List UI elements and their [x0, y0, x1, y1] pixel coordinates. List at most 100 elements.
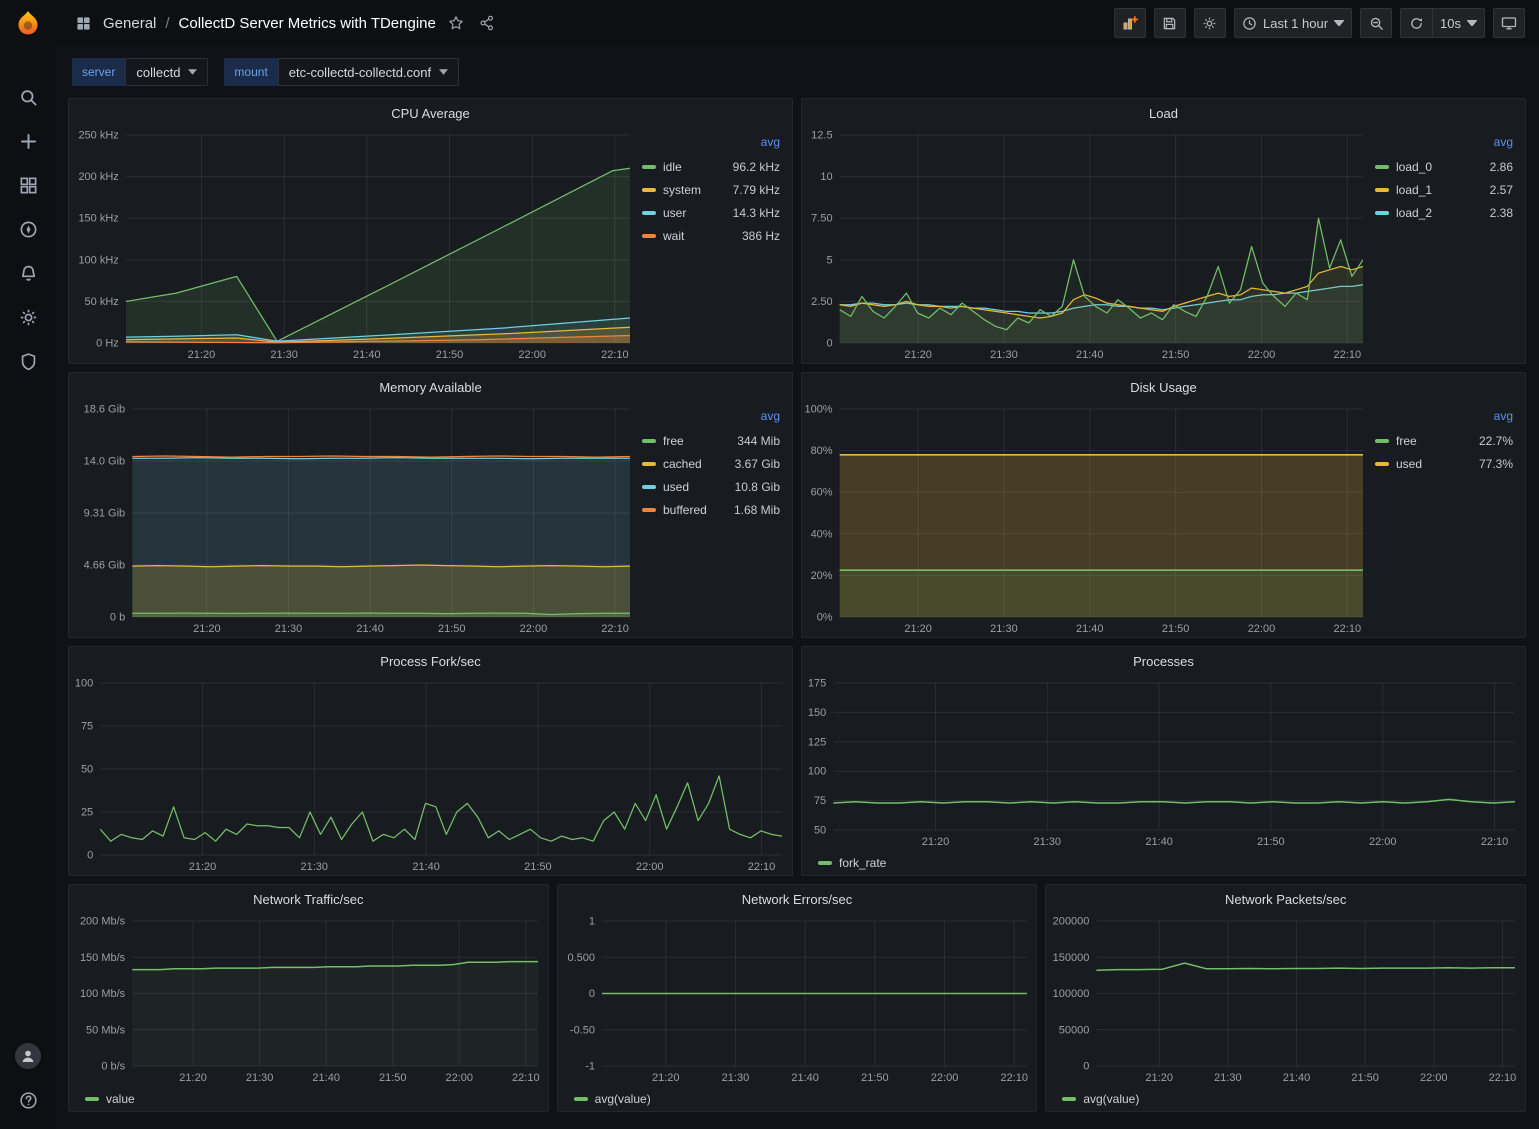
share-icon[interactable]	[476, 12, 498, 34]
server-admin-shield-icon[interactable]	[17, 350, 39, 372]
legend-item[interactable]: free22.7%	[1375, 429, 1513, 452]
legend-label[interactable]: system	[663, 183, 701, 197]
legend-avg-header[interactable]: avg	[1494, 135, 1513, 155]
zoom-out-button[interactable]	[1360, 8, 1392, 38]
chart-plot[interactable]: -1-0.5000.500121:2021:3021:4021:5022:002…	[558, 913, 1037, 1086]
chart-plot[interactable]: 025507510021:2021:3021:4021:5022:0022:10	[69, 675, 792, 875]
panel-header[interactable]: Disk Usage	[802, 373, 1525, 401]
panel-header[interactable]: CPU Average	[69, 99, 792, 127]
legend-item[interactable]: wait386 Hz	[642, 224, 780, 247]
refresh-interval-picker[interactable]: 10s	[1432, 8, 1485, 38]
alerting-bell-icon[interactable]	[17, 262, 39, 284]
panel-header[interactable]: Network Traffic/sec	[69, 885, 548, 913]
variable-mount[interactable]: mount etc-collectd-collectd.conf	[224, 58, 459, 86]
panel-title[interactable]: Disk Usage	[1130, 380, 1196, 395]
legend-label[interactable]: avg(value)	[595, 1092, 651, 1106]
star-icon[interactable]	[445, 12, 467, 34]
panel-title[interactable]: Memory Available	[379, 380, 481, 395]
panel-title[interactable]: Process Fork/sec	[380, 654, 480, 669]
panel-title[interactable]: Processes	[1133, 654, 1194, 669]
legend-item[interactable]: free344 Mib	[642, 429, 780, 452]
legend-item[interactable]: system7.79 kHz	[642, 178, 780, 201]
refresh-button[interactable]	[1400, 8, 1432, 38]
legend-label[interactable]: avg(value)	[1083, 1092, 1139, 1106]
save-dashboard-button[interactable]	[1154, 8, 1186, 38]
legend-item[interactable]: load_12.57	[1375, 178, 1513, 201]
chart-plot[interactable]: 0 b4.66 Gib9.31 Gib14.0 Gib18.6 Gib21:20…	[69, 401, 640, 637]
panel-title[interactable]: CPU Average	[391, 106, 470, 121]
dashboard-title[interactable]: CollectD Server Metrics with TDengine	[179, 15, 436, 32]
svg-text:21:50: 21:50	[524, 861, 552, 873]
panel-header[interactable]: Processes	[802, 647, 1525, 675]
dashboard-settings-button[interactable]	[1194, 8, 1226, 38]
legend-item[interactable]: buffered1.68 Mib	[642, 498, 780, 521]
legend-bottom: avg(value)	[1046, 1086, 1525, 1111]
chart-plot[interactable]: 02.5057.501012.521:2021:3021:4021:5022:0…	[802, 127, 1373, 363]
cycle-view-monitor-button[interactable]	[1493, 8, 1525, 38]
legend-item[interactable]: idle96.2 kHz	[642, 155, 780, 178]
legend-label[interactable]: fork_rate	[839, 856, 886, 870]
configuration-gear-icon[interactable]	[17, 306, 39, 328]
panel-header[interactable]: Network Packets/sec	[1046, 885, 1525, 913]
dashboard-grid: CPU Average 0 Hz50 kHz100 kHz150 kHz200 …	[56, 94, 1539, 1128]
panel-title[interactable]: Load	[1149, 106, 1178, 121]
add-panel-button[interactable]	[1114, 8, 1146, 38]
search-icon[interactable]	[17, 86, 39, 108]
legend-item[interactable]: used77.3%	[1375, 452, 1513, 475]
legend-label[interactable]: load_0	[1396, 160, 1432, 174]
legend-label[interactable]: user	[663, 206, 686, 220]
legend-label[interactable]: wait	[663, 229, 684, 243]
chart-plot[interactable]: 0 b/s50 Mb/s100 Mb/s150 Mb/s200 Mb/s21:2…	[69, 913, 548, 1086]
panel-header[interactable]: Memory Available	[69, 373, 792, 401]
user-avatar[interactable]	[15, 1043, 41, 1069]
legend-avg-header[interactable]: avg	[761, 135, 780, 155]
chart-plot[interactable]: 0 Hz50 kHz100 kHz150 kHz200 kHz250 kHz21…	[69, 127, 640, 363]
variable-server[interactable]: server collectd	[72, 58, 208, 86]
chart-plot[interactable]: 05000010000015000020000021:2021:3021:402…	[1046, 913, 1525, 1086]
explore-compass-icon[interactable]	[17, 218, 39, 240]
svg-text:75: 75	[81, 721, 93, 733]
legend-item[interactable]: load_02.86	[1375, 155, 1513, 178]
legend-item[interactable]: cached3.67 Gib	[642, 452, 780, 475]
legend-label[interactable]: load_1	[1396, 183, 1432, 197]
panel-header[interactable]: Load	[802, 99, 1525, 127]
help-icon[interactable]	[17, 1089, 39, 1111]
panel-header[interactable]: Network Errors/sec	[558, 885, 1037, 913]
topbar: General / CollectD Server Metrics with T…	[56, 0, 1539, 46]
panel-title[interactable]: Network Traffic/sec	[253, 892, 363, 907]
legend-item[interactable]: load_22.38	[1375, 201, 1513, 224]
chart-plot[interactable]: 507510012515017521:2021:3021:4021:5022:0…	[802, 675, 1525, 850]
dashboard-grid-icon[interactable]	[72, 12, 94, 34]
svg-text:22:10: 22:10	[1000, 1072, 1028, 1084]
time-range-picker[interactable]: Last 1 hour	[1234, 8, 1352, 38]
legend-label[interactable]: used	[1396, 457, 1422, 471]
legend-label[interactable]: value	[106, 1092, 135, 1106]
variable-server-dropdown[interactable]: collectd	[125, 58, 208, 86]
svg-text:150 Mb/s: 150 Mb/s	[80, 952, 126, 964]
variable-mount-dropdown[interactable]: etc-collectd-collectd.conf	[278, 58, 459, 86]
legend-item[interactable]: user14.3 kHz	[642, 201, 780, 224]
svg-text:14.0 Gib: 14.0 Gib	[84, 456, 126, 468]
legend-item[interactable]: used10.8 Gib	[642, 475, 780, 498]
panel-title[interactable]: Network Errors/sec	[742, 892, 853, 907]
legend-label[interactable]: cached	[663, 457, 702, 471]
create-plus-icon[interactable]	[17, 130, 39, 152]
grafana-logo[interactable]	[0, 0, 56, 46]
panel-header[interactable]: Process Fork/sec	[69, 647, 792, 675]
legend-label[interactable]: idle	[663, 160, 682, 174]
legend-label[interactable]: free	[663, 434, 684, 448]
svg-text:21:30: 21:30	[990, 623, 1018, 635]
chart-plot[interactable]: 0%20%40%60%80%100%21:2021:3021:4021:5022…	[802, 401, 1373, 637]
legend-label[interactable]: buffered	[663, 503, 707, 517]
panel-title[interactable]: Network Packets/sec	[1225, 892, 1346, 907]
panel-network-errors: Network Errors/sec -1-0.5000.500121:2021…	[557, 884, 1038, 1112]
svg-text:-0.50: -0.50	[570, 1024, 595, 1036]
legend-label[interactable]: load_2	[1396, 206, 1432, 220]
legend-label[interactable]: free	[1396, 434, 1417, 448]
legend-avg-header[interactable]: avg	[761, 409, 780, 429]
dashboards-icon[interactable]	[17, 174, 39, 196]
breadcrumb-folder[interactable]: General	[103, 15, 156, 32]
legend-label[interactable]: used	[663, 480, 689, 494]
svg-text:22:10: 22:10	[1334, 349, 1362, 361]
legend-avg-header[interactable]: avg	[1494, 409, 1513, 429]
